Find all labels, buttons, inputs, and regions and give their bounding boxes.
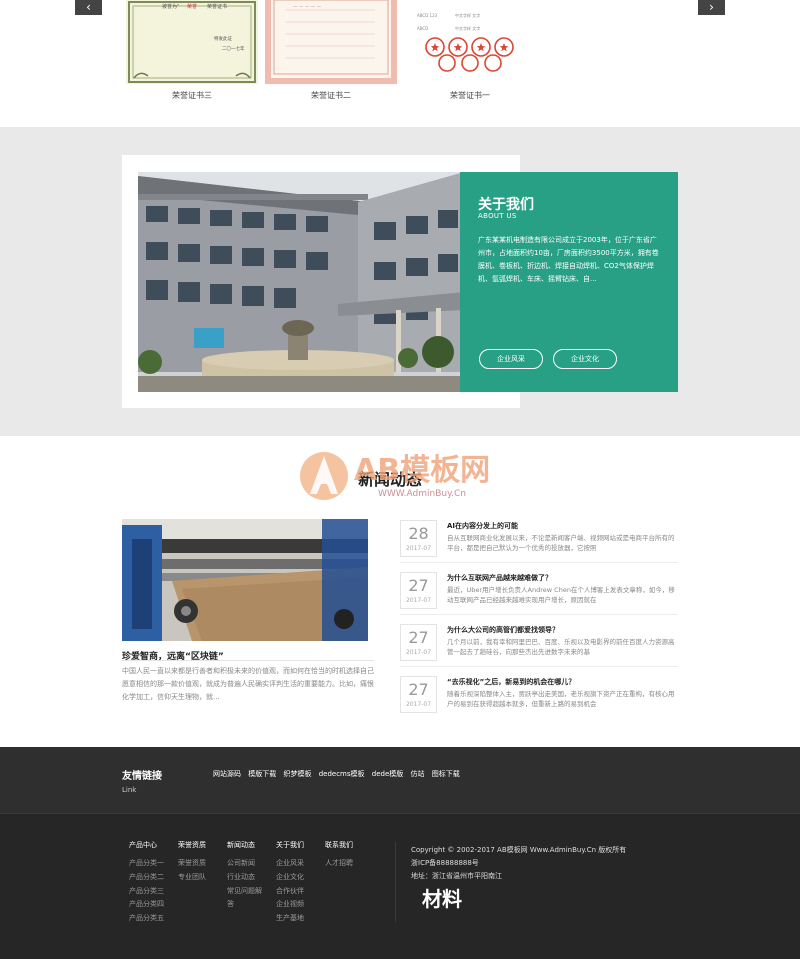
footer-link[interactable]: 企业视频 [276,898,304,912]
footer-link[interactable]: 答 [227,898,262,912]
svg-text:二〇一七年: 二〇一七年 [222,45,245,52]
friend-links-list: 网站源码 模版下载 织梦模板 dedecms模板 dede模版 仿站 图标下载 [213,769,465,779]
friend-links-bar: 友情链接 Link 网站源码 模版下载 织梦模板 dedecms模板 dede模… [0,747,800,813]
footer-column-contact: 联系我们 人才招聘 [325,840,353,871]
news-item-summary: 最近，Uber用户增长负责人Andrew Chen在个人博客上发表文章称，如今，… [447,586,675,604]
footer-link[interactable]: 常见问题解 [227,885,262,899]
svg-text:被誉为“: 被誉为“ [162,3,180,10]
footer-link[interactable]: 公司新闻 [227,857,262,871]
company-style-button[interactable]: 企业风采 [479,349,543,369]
footer-column-products: 产品中心 产品分类一 产品分类二 产品分类三 产品分类四 产品分类五 [129,840,164,926]
footer-column-heading[interactable]: 产品中心 [129,840,164,850]
svg-text:ABCD 123: ABCD 123 [417,13,438,18]
footer-link[interactable]: 产品分类三 [129,885,164,899]
footer-column-about: 关于我们 企业风采 企业文化 合作伙伴 企业视频 生产基地 [276,840,304,926]
footer-link[interactable]: 专业团队 [178,871,206,885]
footer-column-honors: 荣誉资质 荣誉资质 专业团队 [178,840,206,885]
about-description: 广东某某机电制造有限公司成立于2003年，位于广东省广州市，占地面积约10亩，厂… [478,236,659,283]
certificate-image-one[interactable]: ABCD 123 中文字样 文字 ABCD 中文字样 文字 [415,0,525,74]
svg-text:AB模板网: AB模板网 [354,453,490,488]
news-date: 27 2017-07 [400,572,437,609]
news-item-summary: 随着乐视深陷整体入主，贾跃亭出走美国，老乐视旗下资产正在重构，有核心用户的易到在… [447,690,675,708]
svg-text:WWW.AdminBuy.Cn: WWW.AdminBuy.Cn [378,489,466,499]
news-date: 27 2017-07 [400,676,437,713]
footer-link[interactable]: 产品分类一 [129,857,164,871]
certificate-caption-one[interactable]: 荣誉证书一 [400,90,540,101]
friend-link[interactable]: dedecms模板 [319,770,365,778]
svg-text:ABCD: ABCD [417,26,428,31]
icp-number[interactable]: 浙ICP备88888888号 [411,857,626,870]
certificate-image-two[interactable]: — — — — — [265,0,397,84]
certificate-image-three[interactable]: 被誉为“ 荣誉 荣誉证书 特发此证 二〇一七年 [126,0,258,84]
site-footer: 产品中心 产品分类一 产品分类二 产品分类三 产品分类四 产品分类五 荣誉资质 … [0,813,800,959]
news-item-title[interactable]: “去乐视化”之后，新易到的机会在哪儿？ [447,677,575,687]
footer-column-news: 新闻动态 公司新闻 行业动态 常见问题解 答 [227,840,262,912]
footer-link[interactable]: 行业动态 [227,871,262,885]
about-title: 关于我们 [478,197,534,213]
footer-link[interactable]: 企业风采 [276,857,304,871]
footer-link[interactable]: 合作伙伴 [276,885,304,899]
footer-copyright-block: Copyright © 2002-2017 AB模板网 Www.AdminBuy… [411,844,626,883]
divider [400,666,678,667]
footer-link[interactable]: 人才招聘 [325,857,353,871]
company-building-photo[interactable] [138,172,464,392]
news-list-item[interactable]: 27 2017-07 为什么互联网产品越来越难做了？ 最近，Uber用户增长负责… [400,572,678,615]
news-list-item[interactable]: 28 2017-07 AI在内容分发上的可能 自从互联网商业化发展以来，不论是新… [400,520,678,563]
friend-link[interactable]: 织梦模板 [283,770,311,778]
divider [400,562,678,563]
footer-column-heading[interactable]: 新闻动态 [227,840,262,850]
svg-text:特发此证: 特发此证 [214,35,232,42]
news-item-title[interactable]: 为什么大公司的高管们都爱找领导？ [447,625,559,635]
footer-link[interactable]: 产品分类二 [129,871,164,885]
footer-link[interactable]: 生产基地 [276,912,304,926]
footer-column-heading[interactable]: 联系我们 [325,840,353,850]
watermark-logo: AB模板网 WWW.AdminBuy.Cn [300,452,490,500]
friend-link[interactable]: 模版下载 [248,770,276,778]
footer-column-heading[interactable]: 关于我们 [276,840,304,850]
news-date: 27 2017-07 [400,624,437,661]
about-panel: 关于我们 ABOUT US 广东某某机电制造有限公司成立于2003年，位于广东省… [460,172,678,392]
honor-carousel: ‹ › 被誉为“ 荣誉 荣誉证书 特发此证 二〇一七年 荣誉证书三 — — — … [0,0,800,127]
divider [400,614,678,615]
footer-column-heading[interactable]: 荣誉资质 [178,840,206,850]
svg-text:中文字样 文字: 中文字样 文字 [455,25,480,31]
news-item-summary: 自从互联网商业化发展以来，不论是新闻客户端、视频网站或是电商平台所有的平台，都是… [447,534,675,552]
friend-link[interactable]: dede模版 [372,770,404,778]
news-item-title[interactable]: AI在内容分发上的可能 [447,521,518,531]
carousel-next-button[interactable]: › [698,0,725,15]
news-item-summary: 几个月以前，我有幸和阿里巴巴、百度、乐视以及电影界的前任百度人力资源高管一起去了… [447,638,675,656]
svg-text:材料: 材料 [422,887,462,911]
about-subtitle: ABOUT US [478,212,517,220]
footer-link[interactable]: 企业文化 [276,871,304,885]
svg-text:— — — — —: — — — — — [293,5,322,10]
news-list-item[interactable]: 27 2017-07 为什么大公司的高管们都爱找领导？ 几个月以前，我有幸和阿里… [400,624,678,667]
news-item-title[interactable]: 为什么互联网产品越来越难做了？ [447,573,552,583]
divider [122,660,374,661]
footer-link[interactable]: 产品分类五 [129,912,164,926]
divider [395,842,396,922]
friend-links-subtitle: Link [122,786,137,794]
company-address: 地址：浙江省温州市平阳南江 [411,872,502,880]
svg-text:中文字样 文字: 中文字样 文字 [455,12,480,18]
friend-link[interactable]: 仿站 [411,770,425,778]
certificate-caption-three[interactable]: 荣誉证书三 [122,90,262,101]
certificate-caption-two[interactable]: 荣誉证书二 [261,90,401,101]
feature-news-summary: 中国人民一直以来都是行善者和积极未来的价值观，而如何在恰当的时机选择自己愿意相信… [122,667,374,701]
news-date: 28 2017-07 [400,520,437,557]
company-culture-button[interactable]: 企业文化 [553,349,617,369]
copyright-text: Copyright © 2002-2017 AB模板网 Www.AdminBuy… [411,846,627,854]
friend-link[interactable]: 网站源码 [213,770,241,778]
friend-link[interactable]: 图标下载 [432,770,460,778]
news-list-item[interactable]: 27 2017-07 “去乐视化”之后，新易到的机会在哪儿？ 随着乐视深陷整体入… [400,676,678,716]
svg-text:荣誉证书: 荣誉证书 [207,3,227,10]
feature-news-image[interactable] [122,519,368,641]
friend-links-title: 友情链接 [122,771,162,782]
footer-link[interactable]: 荣誉资质 [178,857,206,871]
signature-image: 材料 [422,887,462,911]
svg-text:荣誉: 荣誉 [187,3,197,10]
carousel-prev-button[interactable]: ‹ [75,0,102,15]
footer-link[interactable]: 产品分类四 [129,898,164,912]
